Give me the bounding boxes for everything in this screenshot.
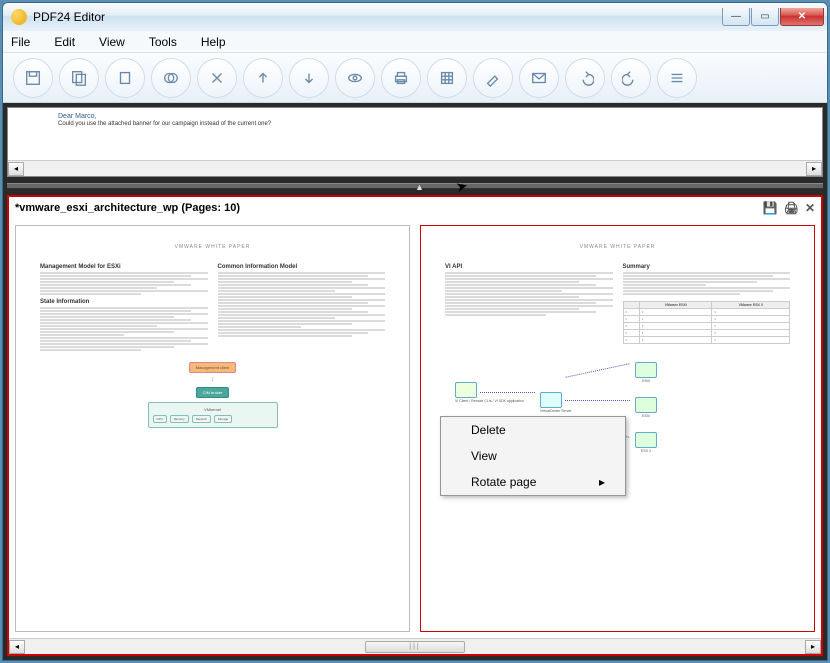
move-down-button[interactable] (289, 58, 329, 98)
document-title: *vmware_esxi_architecture_wp (Pages: 10) (15, 202, 240, 214)
app-icon (11, 9, 27, 25)
scroll-thumb[interactable]: ||| (365, 641, 465, 653)
top-document-pane[interactable]: Dear Marco, Could you use the attached b… (7, 107, 823, 177)
email-button[interactable] (519, 58, 559, 98)
print-button[interactable] (381, 58, 421, 98)
sign-button[interactable] (473, 58, 513, 98)
new-page-button[interactable] (105, 58, 145, 98)
undo-button[interactable] (565, 58, 605, 98)
move-up-button[interactable] (243, 58, 283, 98)
page1-diagram: Management client ↕ CIM broker VMkernel … (40, 362, 385, 428)
scroll-right-icon[interactable]: ▸ (806, 162, 822, 176)
email-greeting: Dear Marco, (58, 112, 772, 121)
top-pane-hscroll[interactable]: ◂ ▸ (8, 160, 822, 176)
email-body: Could you use the attached banner for ou… (58, 121, 772, 129)
bottom-document-pane[interactable]: *vmware_esxi_architecture_wp (Pages: 10)… (7, 195, 823, 656)
context-view[interactable]: View (441, 443, 625, 469)
menu-file[interactable]: File (11, 35, 30, 49)
window-title: PDF24 Editor (33, 10, 722, 24)
copy-button[interactable] (59, 58, 99, 98)
context-delete[interactable]: Delete (441, 417, 625, 443)
redo-button[interactable] (611, 58, 651, 98)
scroll-right-icon[interactable]: ▸ (805, 640, 821, 654)
scroll-left-icon[interactable]: ◂ (9, 640, 25, 654)
bottom-pane-hscroll[interactable]: ◂ ||| ▸ (9, 638, 821, 654)
properties-button[interactable] (427, 58, 467, 98)
titlebar: PDF24 Editor — ▭ ✕ (3, 3, 827, 31)
scroll-left-icon[interactable]: ◂ (8, 162, 24, 176)
menu-view[interactable]: View (99, 35, 125, 49)
menubar: File Edit View Tools Help (3, 31, 827, 53)
preview-button[interactable] (335, 58, 375, 98)
menu-edit[interactable]: Edit (54, 35, 75, 49)
pane-close-icon[interactable]: ✕ (805, 201, 815, 215)
toolbar (3, 53, 827, 103)
save-button[interactable] (13, 58, 53, 98)
pane-print-icon[interactable]: 🖨 (784, 201, 799, 215)
delete-button[interactable] (197, 58, 237, 98)
minimize-button[interactable]: — (722, 8, 750, 26)
settings-button[interactable] (657, 58, 697, 98)
menu-tools[interactable]: Tools (149, 35, 177, 49)
merge-button[interactable] (151, 58, 191, 98)
pane-splitter[interactable] (7, 183, 823, 189)
close-button[interactable]: ✕ (780, 8, 824, 26)
pane-save-icon[interactable]: 💾 (763, 201, 778, 215)
submenu-arrow-icon: ▸ (599, 475, 605, 489)
context-rotate-page[interactable]: Rotate page▸ (441, 469, 625, 495)
maximize-button[interactable]: ▭ (751, 8, 779, 26)
page-thumbnail-1[interactable]: VMWARE WHITE PAPER Management Model for … (15, 225, 410, 632)
context-menu: Delete View Rotate page▸ (440, 416, 626, 496)
workspace: Dear Marco, Could you use the attached b… (3, 103, 827, 660)
menu-help[interactable]: Help (201, 35, 226, 49)
